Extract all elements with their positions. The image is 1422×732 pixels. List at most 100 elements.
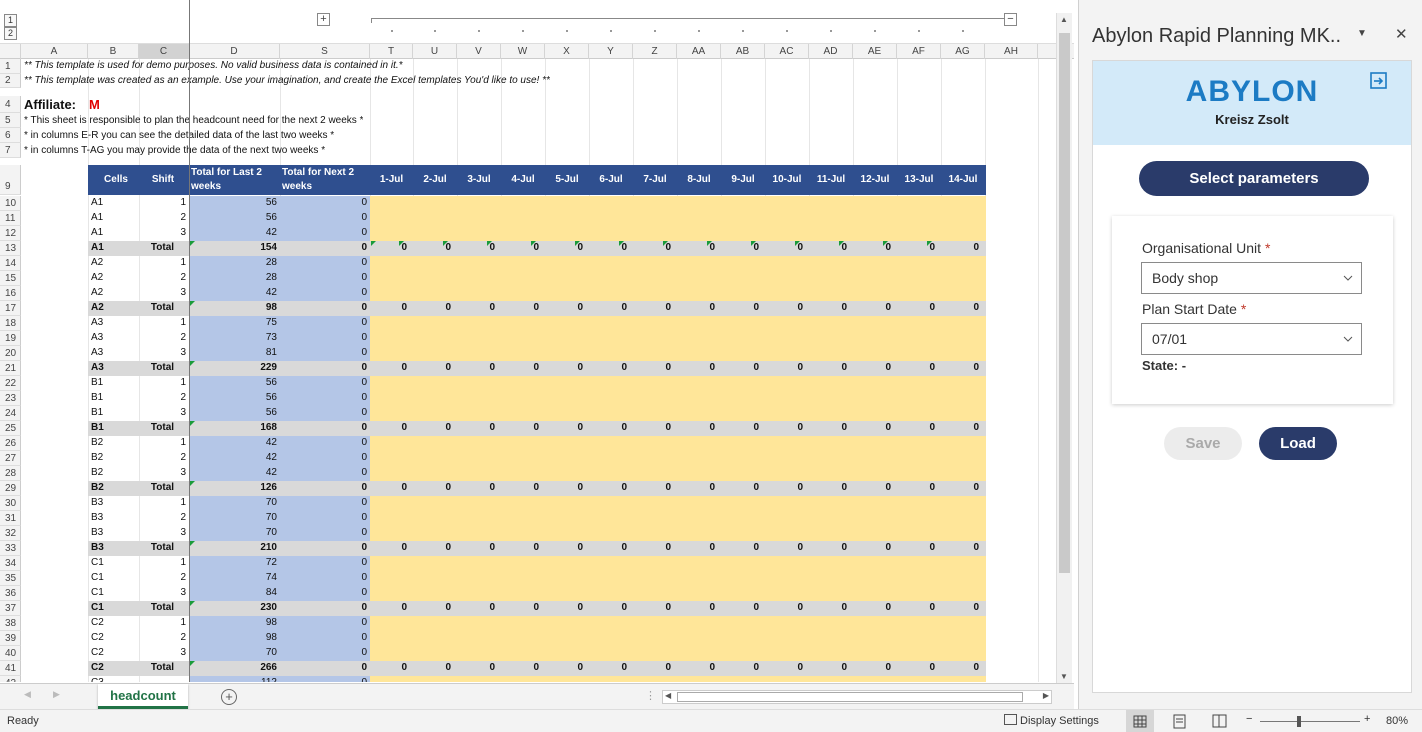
day-total-value[interactable]: 0 [677,482,715,493]
column-header[interactable]: Z [633,44,677,59]
shift-value[interactable]: 3 [139,347,186,358]
cell-name[interactable]: C2 [91,632,135,643]
cell-name[interactable]: B2 [91,452,135,463]
day-total-value[interactable]: 0 [721,662,759,673]
total-next-two-weeks[interactable]: 0 [283,677,367,682]
day-total-value[interactable]: 0 [633,302,671,313]
day-total-value[interactable]: 0 [765,482,803,493]
day-total-value[interactable]: 0 [413,662,451,673]
day-total-value[interactable]: 0 [589,422,627,433]
day-total-value[interactable]: 0 [545,662,583,673]
planning-input-band[interactable] [370,616,986,631]
day-header[interactable]: 12-Jul [853,174,897,185]
zoom-slider-thumb[interactable] [1297,716,1301,727]
shift-value[interactable]: 3 [139,287,186,298]
total-next-two-weeks[interactable]: 0 [283,302,367,313]
day-total-value[interactable]: 0 [897,302,935,313]
org-unit-dropdown[interactable]: Body shop [1141,262,1362,294]
row-header[interactable]: 29 [0,481,21,496]
row-header[interactable]: 31 [0,511,21,526]
day-total-value[interactable]: 0 [457,422,495,433]
column-header[interactable]: Y [589,44,633,59]
zoom-slider[interactable] [1260,721,1360,722]
day-total-value[interactable]: 0 [765,602,803,613]
planning-input-band[interactable] [370,316,986,331]
total-last-two-weeks[interactable]: 70 [192,647,277,658]
total-last-two-weeks[interactable]: 154 [192,242,277,253]
day-total-value[interactable]: 0 [721,602,759,613]
total-last-two-weeks[interactable]: 98 [192,302,277,313]
day-total-value[interactable]: 0 [809,542,847,553]
day-header[interactable]: 11-Jul [809,174,853,185]
row-header[interactable]: 1 [0,59,21,74]
total-next-two-weeks[interactable]: 0 [283,437,367,448]
cell-name[interactable]: A3 [91,317,135,328]
shift-value[interactable]: 1 [139,257,186,268]
scroll-up-icon[interactable]: ▲ [1057,15,1071,24]
row-header[interactable]: 25 [0,421,21,436]
total-last-two-weeks[interactable]: 229 [192,362,277,373]
day-total-value[interactable]: 0 [589,542,627,553]
shift-value[interactable]: 1 [139,377,186,388]
row-header[interactable]: 4 [0,96,21,113]
header-shift[interactable]: Shift [138,174,188,185]
collapse-group-button[interactable]: − [1004,13,1017,26]
total-last-two-weeks[interactable]: 56 [192,392,277,403]
total-next-two-weeks[interactable]: 0 [283,197,367,208]
horizontal-scrollbar[interactable]: ◀ ▶ [662,690,1052,704]
save-button[interactable]: Save [1164,427,1242,460]
shift-value[interactable]: 3 [139,467,186,478]
day-total-value[interactable]: 0 [897,422,935,433]
total-next-two-weeks[interactable]: 0 [283,542,367,553]
shift-value[interactable]: 1 [139,437,186,448]
cell-name[interactable]: A2 [91,272,135,283]
cell-name[interactable]: B2 [91,482,135,493]
day-total-value[interactable]: 0 [677,302,715,313]
total-next-two-weeks[interactable]: 0 [283,362,367,373]
row-header[interactable]: 30 [0,496,21,511]
row-header[interactable]: 22 [0,376,21,391]
day-total-value[interactable]: 0 [765,662,803,673]
zoom-level[interactable]: 80% [1386,715,1408,727]
row-header[interactable]: 28 [0,466,21,481]
cell-name[interactable]: B1 [91,377,135,388]
select-parameters-button[interactable]: Select parameters [1139,161,1369,196]
column-header[interactable]: U [413,44,457,59]
day-total-value[interactable]: 0 [589,662,627,673]
day-total-value[interactable]: 0 [941,362,979,373]
total-last-two-weeks[interactable]: 98 [192,632,277,643]
total-next-two-weeks[interactable]: 0 [283,587,367,598]
row-header[interactable]: 14 [0,256,21,271]
shift-value[interactable]: Total [139,362,186,373]
day-total-value[interactable]: 0 [413,602,451,613]
day-total-value[interactable]: 0 [457,542,495,553]
day-total-value[interactable]: 0 [457,602,495,613]
shift-value[interactable]: 2 [139,452,186,463]
cell-name[interactable]: B1 [91,407,135,418]
shift-value[interactable]: 1 [139,617,186,628]
total-next-two-weeks[interactable]: 0 [283,407,367,418]
day-total-value[interactable]: 0 [501,662,539,673]
row-header[interactable]: 17 [0,301,21,316]
total-last-two-weeks[interactable]: 72 [192,557,277,568]
day-total-value[interactable]: 0 [501,422,539,433]
day-total-value[interactable]: 0 [721,422,759,433]
day-total-value[interactable]: 0 [457,302,495,313]
cell-name[interactable]: C2 [91,647,135,658]
column-header[interactable]: AB [721,44,765,59]
total-last-two-weeks[interactable]: 74 [192,572,277,583]
planning-input-band[interactable] [370,211,986,226]
total-next-two-weeks[interactable]: 0 [283,632,367,643]
total-next-two-weeks[interactable]: 0 [283,317,367,328]
shift-value[interactable]: 1 [139,317,186,328]
day-total-value[interactable]: 0 [897,482,935,493]
scroll-down-icon[interactable]: ▼ [1057,672,1071,681]
cell-name[interactable]: C2 [91,617,135,628]
day-total-value[interactable]: 0 [941,482,979,493]
shift-value[interactable]: 3 [139,527,186,538]
day-total-value[interactable]: 0 [721,302,759,313]
row-header[interactable]: 6 [0,128,21,143]
day-total-value[interactable]: 0 [941,662,979,673]
day-total-value[interactable]: 0 [941,422,979,433]
day-total-value[interactable]: 0 [853,542,891,553]
